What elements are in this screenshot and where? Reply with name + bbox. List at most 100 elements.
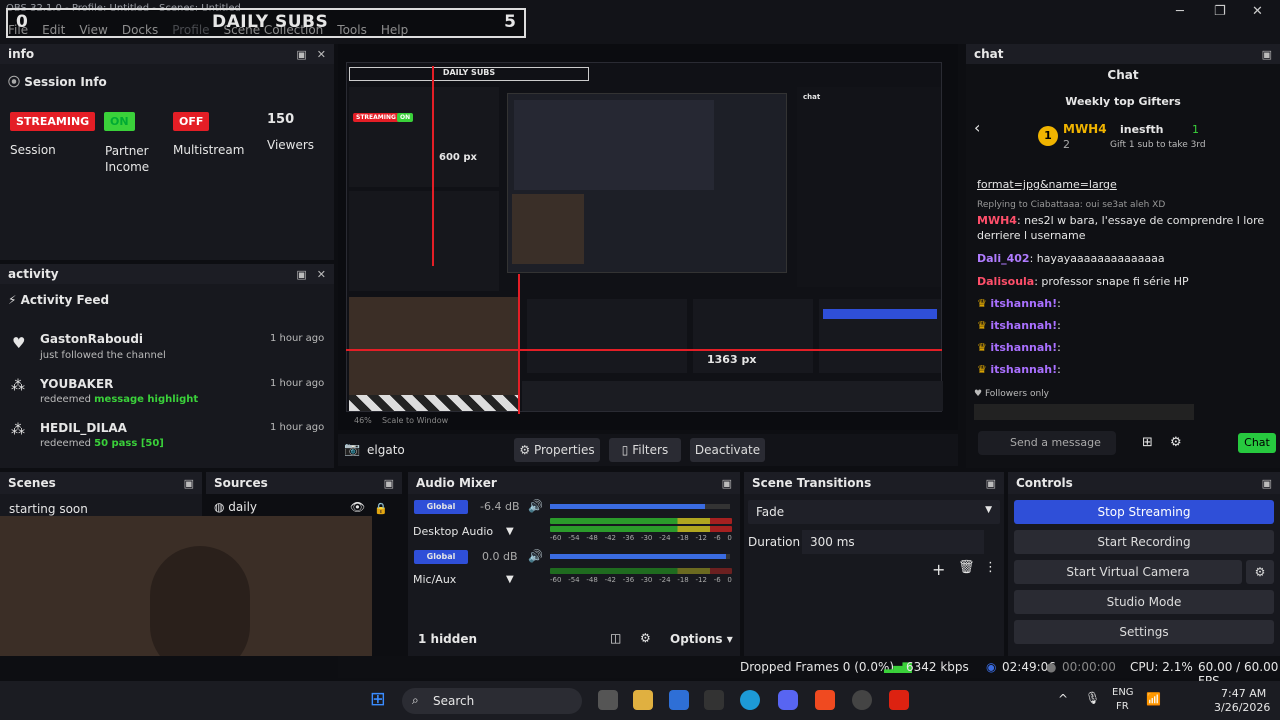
- language-primary[interactable]: ENG: [1112, 687, 1134, 698]
- clock-time[interactable]: 7:47 AM: [1221, 687, 1266, 700]
- wifi-icon[interactable]: 📶: [1146, 692, 1161, 706]
- stop-streaming-button[interactable]: Stop Streaming: [1014, 500, 1274, 524]
- settings-icon[interactable]: ⚙: [1170, 435, 1182, 450]
- lock-icon[interactable]: 🔒: [374, 502, 388, 515]
- subs-title: DAILY SUBS: [212, 12, 329, 32]
- close-icon[interactable]: ✕: [317, 48, 326, 61]
- record-time: 00:00:00: [1062, 660, 1116, 674]
- partner-income-label: Partner Income: [105, 144, 150, 174]
- start-virtual-camera-button[interactable]: Start Virtual Camera: [1014, 560, 1242, 584]
- discord-icon[interactable]: [778, 690, 798, 710]
- bitrate: 6342 kbps: [906, 660, 969, 674]
- scenes-header: Scenes ▣: [0, 472, 202, 494]
- chat-message: ♛ itshannah!:: [977, 363, 1061, 376]
- gear-icon[interactable]: ⚙: [640, 631, 651, 645]
- activity-user: HEDIL_DILAA: [40, 421, 127, 435]
- transitions-dock: Scene Transitions ▣ Fade ▼ Duration 300 ms…: [744, 472, 1004, 656]
- chevron-down-icon[interactable]: ▼: [506, 526, 514, 537]
- add-icon[interactable]: +: [932, 560, 945, 579]
- clock-date[interactable]: 3/26/2026: [1214, 701, 1270, 714]
- float-icon[interactable]: ▣: [384, 477, 394, 490]
- start-recording-button[interactable]: Start Recording: [1014, 530, 1274, 554]
- deactivate-button[interactable]: Deactivate: [690, 438, 765, 462]
- obs-icon[interactable]: [852, 690, 872, 710]
- activity-dock: activity ▣ ✕ ⚡ Activity Feed ♥ GastonRabo…: [0, 264, 334, 468]
- layout-icon[interactable]: ◫: [610, 631, 621, 645]
- float-icon[interactable]: ▣: [296, 48, 306, 61]
- channel-name: Desktop Audio: [413, 525, 494, 538]
- close-button[interactable]: ✕: [1252, 4, 1263, 19]
- activity-feed-header: ⚡ Activity Feed: [8, 293, 110, 307]
- chevron-up-icon[interactable]: ^: [1058, 692, 1068, 706]
- redeem-icon: ⁂: [11, 378, 25, 394]
- chat-message: MWH4: nes2l w bara, l'essaye de comprend…: [977, 214, 1265, 242]
- more-icon[interactable]: ⋮: [984, 560, 997, 575]
- float-icon[interactable]: ▣: [722, 477, 732, 490]
- eye-icon[interactable]: 👁: [350, 500, 365, 514]
- chat-message: ♛ itshannah!:: [977, 341, 1061, 354]
- controls-dock: Controls ▣ Stop Streaming Start Recording…: [1008, 472, 1280, 656]
- hidden-count[interactable]: 1 hidden: [418, 632, 477, 646]
- options-button[interactable]: Options ▾: [670, 632, 733, 646]
- chat-message: Dali_402: hayayaaaaaaaaaaaaaa: [977, 252, 1165, 265]
- chevron-down-icon[interactable]: ▼: [506, 574, 514, 585]
- nested-inner-preview: [514, 100, 714, 190]
- float-icon[interactable]: ▣: [1262, 477, 1272, 490]
- virtual-camera-settings-icon[interactable]: ⚙: [1246, 560, 1274, 584]
- task-view-icon[interactable]: [598, 690, 618, 710]
- scene-item[interactable]: starting soon: [0, 498, 202, 518]
- close-icon[interactable]: ✕: [317, 268, 326, 281]
- filters-button[interactable]: ▯ Filters: [609, 438, 681, 462]
- chevron-left-icon[interactable]: ‹: [974, 118, 980, 137]
- transition-select[interactable]: Fade ▼: [748, 500, 1000, 524]
- gifter1-name: MWH4: [1063, 122, 1107, 136]
- gifter2-name: inesfth: [1120, 123, 1164, 136]
- chat-header: Chat: [1107, 68, 1139, 82]
- trash-icon[interactable]: 🗑: [958, 560, 975, 575]
- store-icon[interactable]: [669, 690, 689, 710]
- chat-send-button[interactable]: Chat: [1238, 433, 1276, 453]
- bolt-icon: ⚡: [8, 293, 21, 307]
- hazard-stripe: [349, 395, 519, 411]
- properties-button[interactable]: ⚙ Properties: [514, 438, 600, 462]
- viewers-label: Viewers: [267, 138, 315, 152]
- heart-icon: ♥: [974, 389, 985, 399]
- language-secondary[interactable]: FR: [1116, 701, 1129, 712]
- activity-time: 1 hour ago: [270, 422, 325, 433]
- source-item[interactable]: ◍ daily: [214, 500, 257, 514]
- duration-input[interactable]: 300 ms: [802, 530, 984, 554]
- windows-start-icon[interactable]: ⊞: [370, 688, 386, 710]
- mic-icon[interactable]: 🎙: [1085, 691, 1100, 705]
- studio-mode-button[interactable]: Studio Mode: [1014, 590, 1274, 614]
- file-explorer-icon[interactable]: [633, 690, 653, 710]
- volume-slider-track[interactable]: [550, 504, 730, 509]
- chat-input[interactable]: Send a message: [978, 431, 1116, 455]
- speaker-icon[interactable]: 🔊: [528, 549, 543, 563]
- edge-icon[interactable]: [740, 690, 760, 710]
- minimize-button[interactable]: ─: [1176, 4, 1184, 19]
- brave-icon[interactable]: [815, 690, 835, 710]
- opera-icon[interactable]: [889, 690, 909, 710]
- gift-icon[interactable]: ⊞: [1142, 435, 1153, 450]
- maximize-button[interactable]: ❐: [1214, 4, 1226, 19]
- volume-slider-track[interactable]: [550, 554, 730, 559]
- dimension-label-600: 600 px: [439, 152, 477, 163]
- guide-line-vertical: [432, 66, 434, 266]
- preview-canvas[interactable]: DAILY SUBS STREAMING ON 600 px chat 1363…: [338, 44, 958, 430]
- volume-slider-fill: [550, 554, 727, 559]
- guide-line-horizontal: [346, 349, 942, 351]
- app-icon[interactable]: [704, 690, 724, 710]
- float-icon[interactable]: ▣: [986, 477, 996, 490]
- gift-hint: Gift 1 sub to take 3rd: [1110, 140, 1206, 150]
- info-dock-header: info ▣ ✕: [0, 44, 334, 64]
- settings-button[interactable]: Settings: [1014, 620, 1274, 644]
- chat-dock-title: chat: [974, 47, 1004, 61]
- chevron-down-icon: ▼: [985, 505, 992, 515]
- float-icon[interactable]: ▣: [184, 477, 194, 490]
- taskbar-search[interactable]: ⌕ Search: [402, 688, 582, 714]
- level-meter: [550, 526, 732, 532]
- float-icon[interactable]: ▣: [296, 268, 306, 281]
- float-icon[interactable]: ▣: [1262, 48, 1272, 61]
- speaker-icon[interactable]: 🔊: [528, 499, 543, 513]
- pinned-message[interactable]: format=jpg&name=large: [977, 177, 1117, 192]
